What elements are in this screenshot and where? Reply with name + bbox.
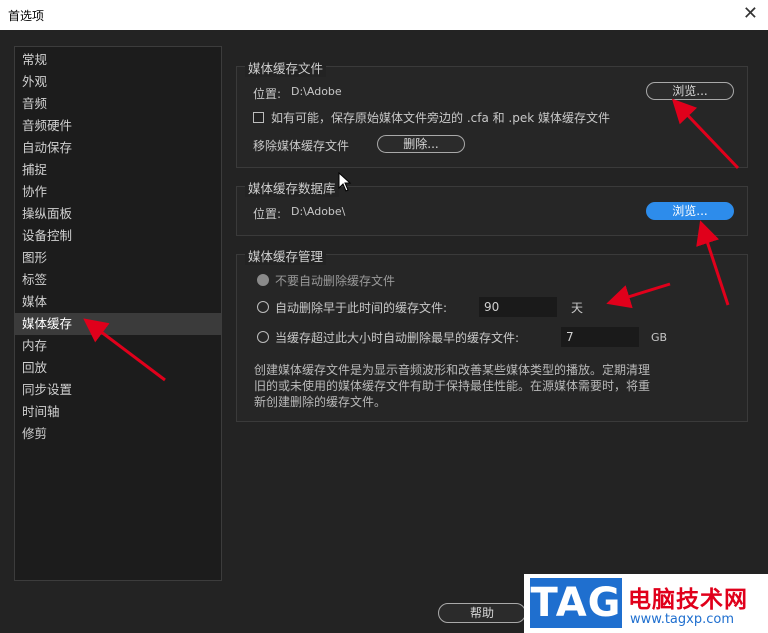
sidebar-item[interactable]: 自动保存 [15,137,221,159]
days-unit-label: 天 [571,301,584,315]
sidebar: 常规 外观 音频 音频硬件 自动保存 捕捉 协作 操纵面板 设备控制 图形 标签 媒体 媒体缓存 内存 回放… [14,46,222,581]
sidebar-item[interactable]: 媒体 [15,291,221,313]
location-label: 位置: [253,87,282,101]
radio-exceeds-size-label: 当缓存超过此大小时自动删除最早的缓存文件: [275,331,520,345]
radio-older-than-label: 自动删除早于此时间的缓存文件: [275,301,448,315]
title-bar: 首选项 ✕ [0,0,768,30]
radio-no-auto-delete[interactable] [257,274,269,286]
sidebar-item[interactable]: 设备控制 [15,225,221,247]
sidebar-item[interactable]: 图形 [15,247,221,269]
mouse-cursor-icon [338,172,352,192]
watermark: TAG 电脑技术网 www.tagxp.com [524,574,768,633]
db-location-label: 位置: [253,207,282,221]
watermark-title: 电脑技术网 [628,587,748,613]
sidebar-item[interactable]: 内存 [15,335,221,357]
sidebar-item[interactable]: 音频 [15,93,221,115]
sidebar-item[interactable]: 常规 [15,49,221,71]
watermark-url: www.tagxp.com [630,612,734,627]
sidebar-item[interactable]: 操纵面板 [15,203,221,225]
save-next-to-original-label: 如有可能，保存原始媒体文件旁边的 .cfa 和 .pek 媒体缓存文件 [271,111,611,125]
remove-cache-files-label: 移除媒体缓存文件 [253,139,350,153]
delete-button[interactable]: 删除... [377,135,465,153]
sidebar-item[interactable]: 捕捉 [15,159,221,181]
size-unit-label: GB [651,331,668,344]
sidebar-item[interactable]: 回放 [15,357,221,379]
watermark-logo: TAG [530,578,622,628]
db-location-value: D:\Adobe\ [291,205,346,218]
media-cache-files-group: 媒体缓存文件 位置: D:\Adobe 浏览... 如有可能，保存原始媒体文件旁… [236,58,748,168]
close-icon[interactable]: ✕ [743,3,758,24]
sidebar-item[interactable]: 时间轴 [15,401,221,423]
sidebar-item[interactable]: 同步设置 [15,379,221,401]
save-next-to-original-checkbox[interactable] [253,112,264,123]
radio-older-than[interactable] [257,301,269,313]
sidebar-item[interactable]: 媒体缓存 [15,313,221,335]
radio-exceeds-size[interactable] [257,331,269,343]
group-title-media-cache-db: 媒体缓存数据库 [245,178,339,197]
window-title: 首选项 [8,9,45,23]
radio-no-auto-delete-label: 不要自动删除缓存文件 [275,274,396,288]
help-button[interactable]: 帮助 [438,603,526,623]
media-cache-db-group: 媒体缓存数据库 位置: D:\Adobe\ 浏览... [236,178,748,236]
older-than-days-input[interactable]: 90 [479,297,557,317]
cache-description: 创建媒体缓存文件是为显示音频波形和改善某些媒体类型的播放。定期清理旧的或未使用的… [254,363,651,409]
browse-button-cache-files[interactable]: 浏览... [646,82,734,100]
sidebar-list: 常规 外观 音频 音频硬件 自动保存 捕捉 协作 操纵面板 设备控制 图形 标签 媒体 媒体缓存 内存 回放… [15,49,221,445]
group-title-cache-management: 媒体缓存管理 [245,246,327,265]
sidebar-item[interactable]: 标签 [15,269,221,291]
sidebar-item[interactable]: 音频硬件 [15,115,221,137]
location-value: D:\Adobe [291,85,342,98]
size-limit-input[interactable]: 7 [561,327,639,347]
sidebar-item[interactable]: 外观 [15,71,221,93]
sidebar-item[interactable]: 修剪 [15,423,221,445]
browse-button-cache-db[interactable]: 浏览... [646,202,734,220]
group-title-media-cache-files: 媒体缓存文件 [245,58,327,77]
sidebar-item[interactable]: 协作 [15,181,221,203]
